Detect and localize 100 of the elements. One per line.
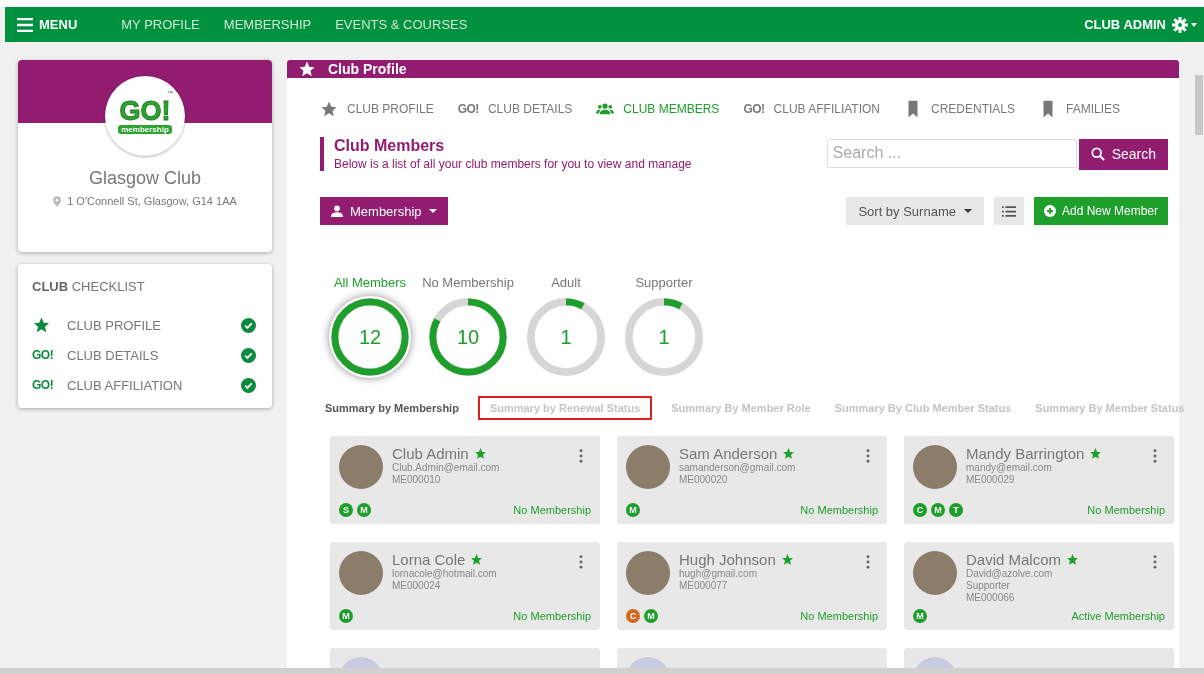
member-card[interactable]: Sam Anderson samanderson@gmail.com ME000020 M No Membership [617,436,887,524]
membership-dropdown[interactable]: Membership [320,197,448,225]
member-name: Mandy Barrington [966,445,1085,462]
panel-title: Club Profile [328,61,407,77]
user-menu[interactable]: CLUB ADMIN [1084,17,1166,32]
member-email: hugh@gmail.com [679,568,758,580]
go-logo-icon: GO! [743,102,765,116]
member-detail: ME000024 [392,580,442,592]
membership-status: No Membership [1087,504,1165,516]
member-detail: ME000020 [679,474,729,486]
section-title: Club Members [334,137,446,155]
tab[interactable]: CLUB DETAILS [487,102,573,116]
star-icon [782,447,796,460]
avatar-placeholder [339,445,383,489]
checklist-title: CLUB CHECKLIST [32,279,146,294]
search-button[interactable]: Search [1078,138,1168,170]
membership-status: No Membership [513,504,591,516]
member-name: Hugh Johnson [679,551,776,568]
gauge-value: 1 [559,324,573,350]
checklist-item[interactable]: CLUB DETAILS [67,347,233,363]
role-badge: M [339,609,353,623]
sort-dropdown[interactable]: Sort by Surname [846,197,984,225]
role-badge: T [949,503,963,517]
nav-link[interactable]: EVENTS & COURSES [335,17,468,32]
more-options-icon[interactable] [1153,555,1157,569]
member-name: Lorna Cole [392,551,466,568]
member-name: David Malcom [966,551,1062,568]
more-options-icon[interactable] [866,449,870,463]
star-icon [1066,553,1080,566]
gauge-label[interactable]: Adult [551,275,581,290]
gauge-value: 12 [357,324,383,350]
role-badge: M [626,503,640,517]
role-badge: M [931,503,945,517]
more-options-icon[interactable] [1153,449,1157,463]
member-detail: ME000077 [679,580,729,592]
plus-circle-icon [1043,205,1056,217]
member-card[interactable]: Hugh Johnson hugh@gmail.com ME000077 C M No Membership [617,542,887,630]
member-card[interactable]: David Malcom David@azolve.com Supporter ME000066 M Active Membership [904,542,1174,630]
go-logo-icon: GO! [32,348,51,362]
list-icon [1001,205,1016,217]
menu-button[interactable]: MENU [17,17,78,32]
member-detail: Supporter [966,580,1011,592]
member-email: lornacole@hotmail.com [392,568,498,580]
role-badge: M [357,503,371,517]
star-icon [320,100,338,118]
tab[interactable]: CLUB MEMBERS [623,102,720,116]
star-icon [32,316,51,334]
club-address: 1 O'Connell St, Glasgow, G14 1AA [67,195,237,207]
menu-icon [17,17,33,32]
member-email: samanderson@gmail.com [679,462,797,474]
avatar-placeholder [913,551,957,595]
member-detail: ME000029 [966,474,1016,486]
gauge-label[interactable]: All Members [333,275,407,290]
tab[interactable]: FAMILIES [1066,102,1121,116]
member-name: Club Admin [392,445,469,462]
membership-status: No Membership [800,504,878,516]
member-email: mandy@email.com [966,462,1052,474]
search-field[interactable]: Search ... [826,138,1077,168]
membership-status: No Membership [800,610,878,622]
role-badge: S [339,503,353,517]
tab[interactable]: CREDENTIALS [931,102,1016,116]
caret-icon [963,208,972,214]
member-detail: ME000066 [966,592,1016,604]
gauge-label[interactable]: Supporter [635,275,693,290]
star-icon [780,553,794,566]
go-logo-icon: GO! [32,378,51,392]
role-badge: M [913,609,927,623]
gauge-label[interactable]: No Membership [422,275,514,290]
list-view-button[interactable] [993,197,1024,225]
star-icon [473,447,487,460]
more-options-icon[interactable] [579,449,583,463]
membership-status: No Membership [513,610,591,622]
member-card[interactable]: Lorna Cole lornacole@hotmail.com ME000024 M No Membership [330,542,600,630]
avatar-placeholder [339,551,383,595]
avatar-placeholder [913,445,957,489]
horizontal-scrollbar[interactable] [0,668,1204,674]
tab[interactable]: CLUB AFFILIATION [773,102,880,116]
checklist-item[interactable]: CLUB PROFILE [67,317,233,333]
section-subtitle: Below is a list of all your club members for you to view and manage [334,157,693,171]
summary-tab[interactable]: Summary by Membership [320,396,464,420]
star-icon [298,60,316,78]
tab[interactable]: CLUB PROFILE [347,102,434,116]
search-icon [1090,147,1105,161]
role-badge: C [626,609,640,623]
go-logo-icon: GO! [457,102,479,116]
member-card[interactable]: Club Admin Club.Admin@email.com ME000010 S M No Membership [330,436,600,524]
settings-icon[interactable] [1172,16,1198,33]
checklist-item[interactable]: CLUB AFFILIATION [67,377,233,393]
role-badge: C [913,503,927,517]
membership-status: Active Membership [1071,610,1165,622]
more-options-icon[interactable] [866,555,870,569]
add-member-button[interactable]: Add New Member [1033,197,1168,225]
location-pin-icon [53,195,62,207]
nav-link[interactable]: MY PROFILE [121,17,200,32]
club-name: Glasgow Club [88,168,202,189]
nav-link[interactable]: MEMBERSHIP [223,17,312,32]
member-card[interactable]: Mandy Barrington mandy@email.com ME000029 C M T No Membership [904,436,1174,524]
member-email: Club.Admin@email.com [392,462,501,474]
more-options-icon[interactable] [579,555,583,569]
gauge-value: 1 [657,324,671,350]
